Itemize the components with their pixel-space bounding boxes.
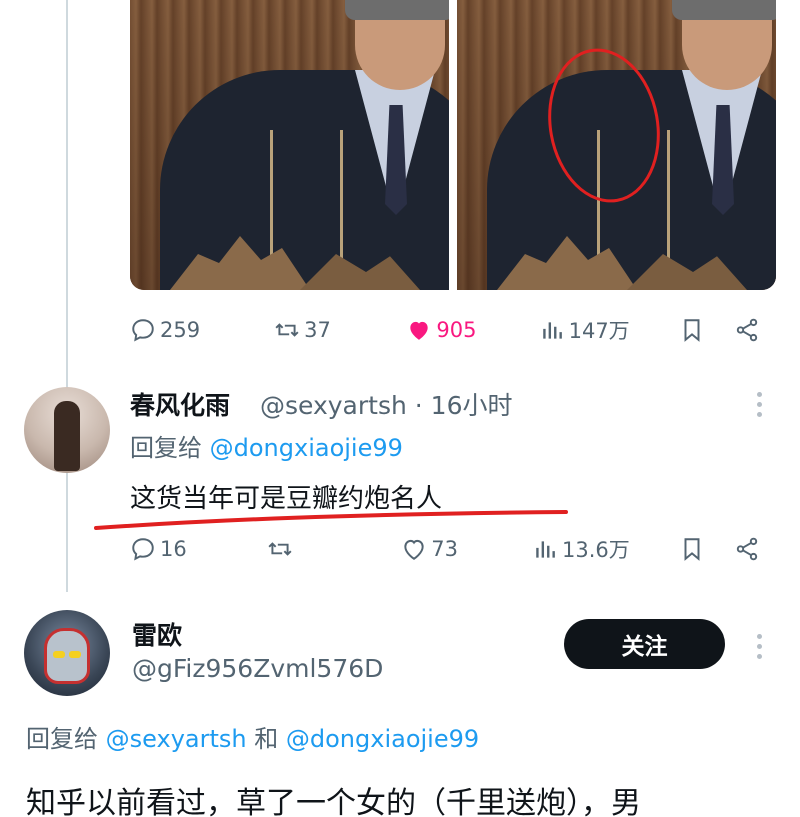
reply-to-line: 回复给 @sexyartsh 和 @dongxiaojie99 — [26, 719, 479, 754]
display-name[interactable]: 雷欧 — [132, 616, 182, 652]
like-button[interactable]: 905 — [406, 317, 538, 343]
avatar[interactable] — [24, 387, 110, 473]
reply-to-label: 回复给 — [130, 434, 202, 462]
reply-button[interactable]: 16 — [130, 536, 267, 562]
handle-and-time[interactable]: @sexyartsh · 16小时 — [260, 386, 512, 422]
bookmark-icon — [684, 538, 700, 561]
views-icon — [536, 541, 555, 558]
tweet-text: 知乎以前看过，草了一个女的（千里送炮），男 — [26, 786, 641, 817]
thread-line — [66, 0, 68, 592]
share-button[interactable] — [734, 317, 760, 343]
mention-link[interactable]: @dongxiaojie99 — [210, 434, 403, 462]
heart-icon — [404, 539, 424, 560]
tweet-action-bar: 259 37 905 147万 — [130, 312, 760, 348]
mention-link[interactable]: @dongxiaojie99 — [286, 725, 479, 753]
bookmark-button[interactable] — [679, 317, 734, 343]
views-count: 147万 — [568, 319, 630, 343]
retweet-button[interactable] — [267, 536, 402, 562]
heart-icon — [410, 321, 429, 340]
reply-count: 16 — [160, 537, 187, 561]
more-icon[interactable] — [755, 634, 763, 659]
media-image-2[interactable] — [457, 0, 776, 290]
like-count: 905 — [436, 318, 477, 342]
avatar[interactable] — [24, 610, 110, 696]
retweet-count: 37 — [304, 318, 331, 342]
share-button[interactable] — [734, 536, 760, 562]
retweet-icon — [275, 323, 299, 337]
like-count: 73 — [431, 537, 459, 561]
reply-action-bar: 16 73 13.6万 — [130, 531, 760, 567]
reply-button[interactable]: 259 — [130, 317, 274, 343]
views-button[interactable]: 147万 — [539, 315, 679, 345]
reply-to-label: 回复给 — [26, 725, 98, 753]
more-icon[interactable] — [755, 392, 763, 417]
views-icon — [542, 322, 562, 339]
retweet-button[interactable]: 37 — [274, 317, 406, 343]
reply-and: 和 — [254, 725, 279, 753]
media-grid — [130, 0, 776, 290]
handle[interactable]: @gFiz956Zvml576D — [132, 654, 383, 683]
bookmark-icon — [684, 319, 700, 342]
retweet-icon — [268, 542, 292, 556]
views-count: 13.6万 — [562, 538, 630, 562]
reply-icon — [132, 538, 154, 561]
share-icon — [736, 537, 758, 561]
display-name[interactable]: 春风化雨 — [130, 386, 230, 422]
reply-count: 259 — [160, 318, 201, 342]
reply-icon — [132, 319, 154, 342]
reply-to-line: 回复给 @dongxiaojie99 — [130, 428, 403, 463]
views-button[interactable]: 13.6万 — [532, 534, 679, 564]
media-image-1[interactable] — [130, 0, 449, 290]
mention-link[interactable]: @sexyartsh — [106, 725, 247, 753]
follow-button[interactable]: 关注 — [564, 619, 725, 669]
like-button[interactable]: 73 — [401, 536, 532, 562]
bookmark-button[interactable] — [679, 536, 734, 562]
share-icon — [736, 318, 758, 342]
